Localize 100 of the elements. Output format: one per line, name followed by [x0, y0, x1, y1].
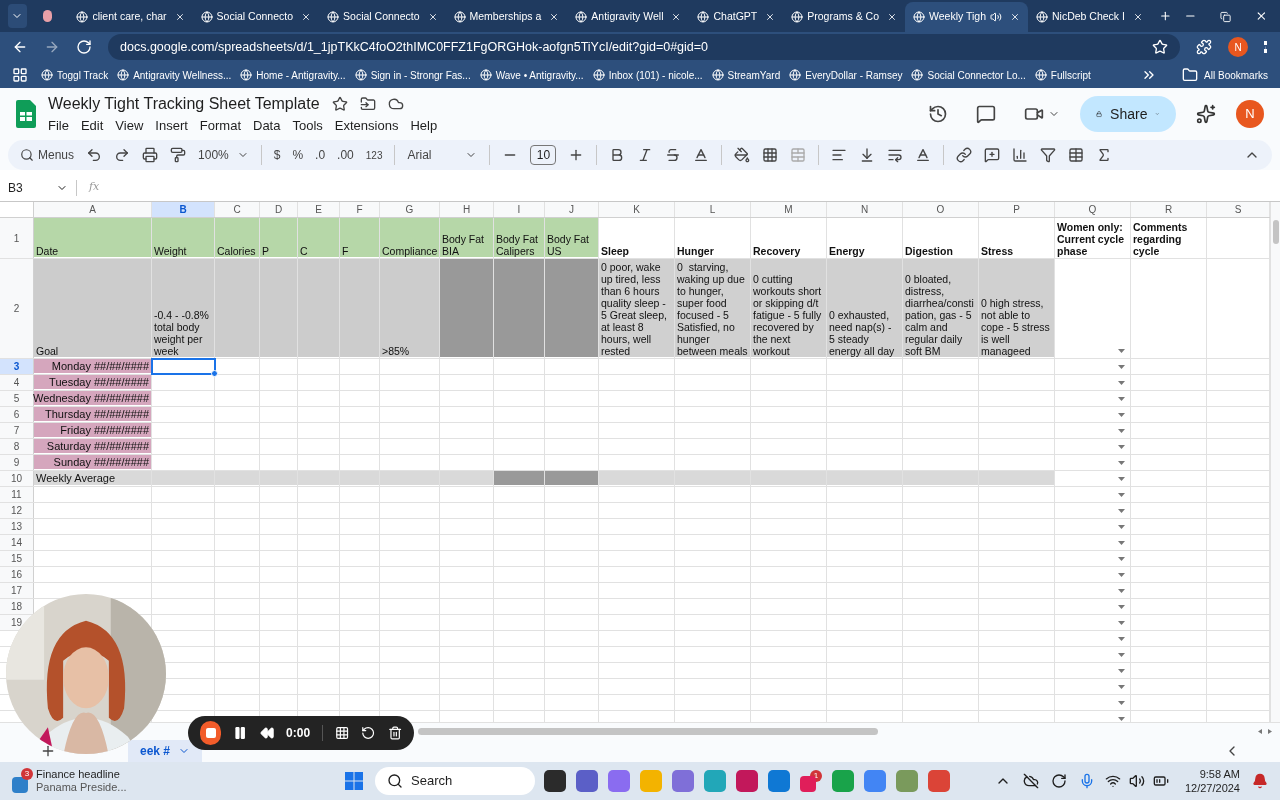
table-cell[interactable]: Wednesday ##/##/####	[34, 391, 151, 405]
paint-format-icon[interactable]	[170, 147, 187, 163]
table-cell[interactable]	[979, 471, 1054, 485]
menus-search[interactable]: Menus	[20, 146, 75, 164]
bookmark-item[interactable]: Fullscript	[1034, 67, 1091, 83]
dropdown-caret-icon[interactable]	[1118, 509, 1125, 513]
table-cell[interactable]: F	[340, 218, 379, 257]
table-cell[interactable]: C	[298, 218, 339, 257]
menu-icon[interactable]	[1264, 41, 1268, 53]
row-header[interactable]: 11	[0, 487, 33, 502]
increase-decimals[interactable]: .00	[337, 146, 354, 164]
table-cell[interactable]: Calories	[215, 218, 259, 257]
table-cell[interactable]: Weight	[152, 218, 214, 257]
table-cell[interactable]	[215, 471, 259, 485]
table-cell[interactable]: 0 exhausted, need nap(s) - 5 steady energy all day	[827, 259, 902, 357]
apps-icon[interactable]	[12, 67, 28, 83]
borders-icon[interactable]	[762, 147, 779, 163]
extensions-icon[interactable]	[1196, 39, 1212, 55]
table-cell[interactable]	[599, 471, 674, 485]
row-header[interactable]: 10	[0, 471, 33, 486]
notification-icon[interactable]	[1252, 773, 1268, 789]
document-title[interactable]: Weekly Tight Tracking Sheet Template	[48, 92, 320, 117]
font-dropdown[interactable]: Arial	[407, 146, 478, 164]
dropdown-caret-icon[interactable]	[1118, 573, 1125, 577]
table-cell[interactable]	[494, 259, 544, 357]
dropdown-caret-icon[interactable]	[1118, 349, 1125, 353]
stop-button[interactable]	[200, 721, 222, 745]
column-header[interactable]: F	[340, 202, 379, 217]
column-header[interactable]: C	[215, 202, 259, 217]
tab-list-button[interactable]	[8, 4, 27, 28]
windows-start-icon[interactable]	[345, 772, 363, 790]
table-cell[interactable]: Hunger	[675, 218, 750, 257]
table-cell[interactable]: 0 high stress, not able to cope - 5 stress is well manageed	[979, 259, 1054, 357]
table-cell[interactable]	[675, 471, 750, 485]
percent-format[interactable]: %	[292, 146, 304, 164]
news-widget[interactable]: 3 Finance headline Panama Preside...	[12, 768, 182, 794]
dropdown-caret-icon[interactable]	[1118, 461, 1125, 465]
table-cell[interactable]: Women only: Current cycle phase	[1055, 218, 1130, 257]
table-cell[interactable]	[545, 471, 598, 485]
reload-icon[interactable]	[76, 39, 92, 55]
column-header[interactable]: M	[751, 202, 826, 217]
bookmark-item[interactable]: EveryDollar - Ramsey	[789, 67, 903, 83]
column-header[interactable]: O	[903, 202, 978, 217]
dropdown-caret-icon[interactable]	[1118, 637, 1125, 641]
clock-time[interactable]: 9:58 AM	[1199, 767, 1240, 781]
dropdown-caret-icon[interactable]	[1118, 429, 1125, 433]
browser-tab[interactable]: Programs & Co	[783, 2, 905, 32]
fill-color-icon[interactable]	[734, 147, 751, 163]
row-header[interactable]: 4	[0, 375, 33, 390]
account-avatar[interactable]: N	[1236, 100, 1264, 128]
table-cell[interactable]: 0 starving, waking up due to hunger, super food focused - 5 Satisfied, no hunger between meals	[675, 259, 750, 357]
font-size-field[interactable]: 10	[530, 145, 557, 165]
table-cell[interactable]	[380, 471, 439, 485]
table-cell[interactable]: Digestion	[903, 218, 978, 257]
row-header[interactable]: 7	[0, 423, 33, 438]
filter-icon[interactable]	[1040, 147, 1057, 163]
trash-icon[interactable]	[387, 725, 402, 741]
table-cell[interactable]: Monday ##/##/####	[34, 359, 151, 373]
menu-item[interactable]: Insert	[155, 116, 188, 136]
browser-tab[interactable]: Social Connecto	[192, 2, 320, 32]
close-icon[interactable]	[1132, 12, 1143, 22]
bookmark-item[interactable]: Antigravity Wellness...	[117, 67, 232, 83]
dropdown-caret-icon[interactable]	[1118, 365, 1125, 369]
column-header[interactable]: E	[298, 202, 339, 217]
table-cell[interactable]: Date	[34, 218, 151, 257]
table-cell[interactable]	[440, 471, 493, 485]
table-cell[interactable]	[440, 259, 493, 357]
dropdown-caret-icon[interactable]	[1118, 557, 1125, 561]
browser-tab[interactable]: Antigravity Well	[567, 2, 690, 32]
bookmark-item[interactable]: Wave • Antigravity...	[479, 67, 584, 83]
dropdown-caret-icon[interactable]	[1118, 669, 1125, 673]
close-icon[interactable]	[427, 12, 438, 22]
column-header[interactable]: K	[599, 202, 674, 217]
table-icon[interactable]	[1068, 147, 1085, 163]
link-icon[interactable]	[956, 147, 973, 163]
record-icon[interactable]	[42, 10, 53, 22]
row-header[interactable]: 15	[0, 551, 33, 566]
add-comment-icon[interactable]	[984, 147, 1001, 163]
table-cell[interactable]: Saturday ##/##/####	[34, 439, 151, 453]
dropdown-caret-icon[interactable]	[1118, 525, 1125, 529]
table-cell[interactable]	[215, 259, 259, 357]
bookmark-item[interactable]: Sign in - Strongr Fas...	[354, 67, 471, 83]
align-icon[interactable]	[831, 147, 848, 163]
browser-tab[interactable]: Social Connecto	[319, 2, 446, 32]
move-icon[interactable]	[359, 96, 376, 113]
menu-item[interactable]: Help	[410, 116, 438, 136]
close-icon[interactable]	[301, 12, 312, 22]
table-cell[interactable]: Energy	[827, 218, 902, 257]
bookmark-item[interactable]: StreamYard	[711, 67, 781, 83]
text-color-icon[interactable]	[693, 147, 710, 163]
dropdown-caret-icon[interactable]	[1118, 445, 1125, 449]
wrap-icon[interactable]	[887, 147, 904, 163]
dropdown-caret-icon[interactable]	[1118, 589, 1125, 593]
table-cell[interactable]: Tuesday ##/##/####	[34, 375, 151, 389]
selected-cell[interactable]	[151, 358, 216, 375]
address-field[interactable]: docs.google.com/spreadsheets/d/1_1jpTKkC4foO2thIMC0FFZ1FgORGHok-aofgn5TiYcI/edit?gid=0#gid=0	[108, 34, 1180, 60]
bookmark-star-icon[interactable]	[1152, 39, 1168, 55]
menu-item[interactable]: View	[115, 116, 144, 136]
table-cell[interactable]: Body Fat BIA	[440, 218, 493, 257]
table-cell[interactable]	[152, 471, 214, 485]
